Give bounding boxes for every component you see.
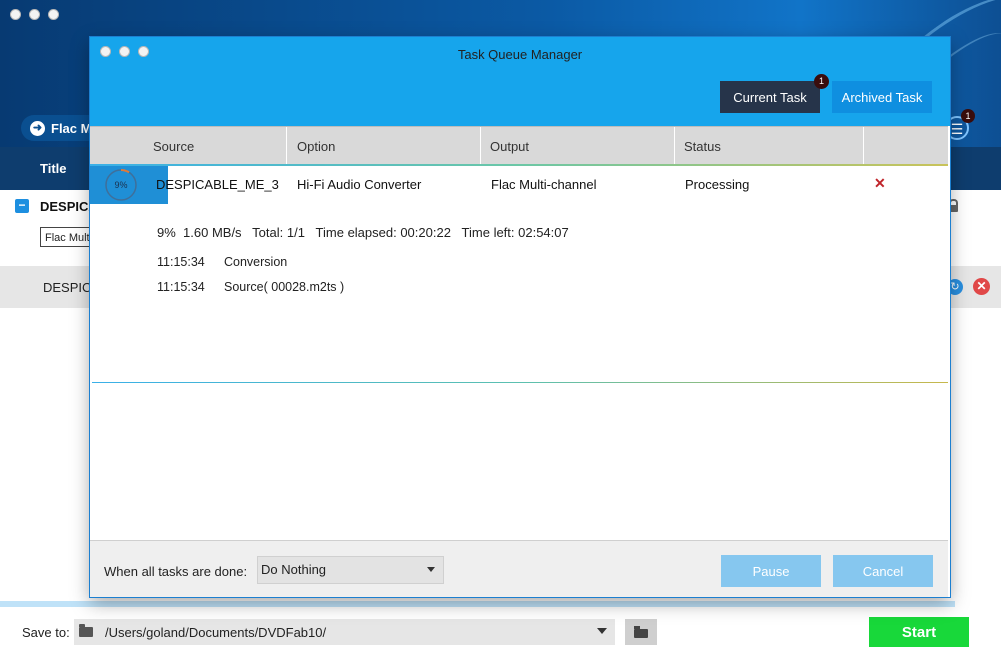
column-header-status[interactable]: Status bbox=[675, 127, 864, 165]
stats-speed: 1.60 MB/s bbox=[183, 225, 242, 240]
log-entry: 11:15:34 Conversion bbox=[157, 255, 287, 269]
column-header-source[interactable]: Source bbox=[90, 127, 287, 165]
save-to-path: /Users/goland/Documents/DVDFab10/ bbox=[105, 624, 327, 640]
save-to-label: Save to: bbox=[22, 625, 70, 640]
stats-elapsed: Time elapsed: 00:20:22 bbox=[315, 225, 451, 240]
when-done-select[interactable]: Do Nothing bbox=[257, 556, 444, 584]
dialog-header: Task Queue Manager Current Task 1 Archiv… bbox=[90, 37, 950, 126]
task-status: Processing bbox=[685, 177, 750, 192]
table-row[interactable]: 9% DESPICABLE_ME_3 Hi-Fi Audio Converter… bbox=[90, 166, 948, 206]
close-window-button[interactable] bbox=[100, 46, 111, 57]
arrow-right-icon: ➜ bbox=[30, 120, 45, 136]
task-stats: 9% 1.60 MB/s Total: 1/1 Time elapsed: 00… bbox=[157, 225, 569, 240]
cancel-button[interactable]: Cancel bbox=[833, 555, 933, 587]
chevron-down-icon bbox=[427, 567, 435, 572]
task-table-header: Source Option Output Status bbox=[90, 126, 948, 165]
delete-task-icon[interactable]: ✕ bbox=[874, 175, 886, 192]
save-to-path-select[interactable]: /Users/goland/Documents/DVDFab10/ bbox=[74, 619, 615, 645]
stats-percent: 9% bbox=[157, 225, 176, 240]
queue-count-badge: 1 bbox=[961, 109, 975, 123]
browse-folder-button[interactable] bbox=[625, 619, 657, 645]
pause-button[interactable]: Pause bbox=[721, 555, 821, 587]
dialog-footer: When all tasks are done: Do Nothing Paus… bbox=[90, 540, 948, 597]
column-header-option[interactable]: Option bbox=[287, 127, 481, 165]
log-message: Conversion bbox=[224, 255, 288, 269]
folder-icon bbox=[634, 626, 648, 638]
column-header-actions bbox=[864, 127, 948, 165]
column-title: Title bbox=[40, 161, 67, 176]
tab-current-task[interactable]: Current Task bbox=[720, 81, 820, 113]
dialog-window-controls[interactable] bbox=[100, 46, 149, 57]
log-time: 11:15:34 bbox=[157, 280, 205, 294]
folder-icon bbox=[79, 624, 93, 637]
task-option: Hi-Fi Audio Converter bbox=[297, 177, 422, 192]
zoom-window-button[interactable] bbox=[48, 9, 59, 20]
task-output: Flac Multi-channel bbox=[491, 177, 597, 192]
when-done-label: When all tasks are done: bbox=[104, 564, 248, 579]
close-window-button[interactable] bbox=[10, 9, 21, 20]
current-task-count-badge: 1 bbox=[814, 74, 829, 89]
task-progress-label: 9% bbox=[114, 180, 128, 190]
log-message: Source( 00028.m2ts ) bbox=[224, 280, 345, 294]
column-header-output[interactable]: Output bbox=[481, 127, 675, 165]
log-time: 11:15:34 bbox=[157, 255, 205, 269]
tab-archived-task[interactable]: Archived Task bbox=[832, 81, 932, 113]
remove-icon[interactable]: ✕ bbox=[973, 278, 990, 295]
main-progress-bar bbox=[0, 601, 955, 607]
minimize-window-button[interactable] bbox=[29, 9, 40, 20]
chevron-down-icon bbox=[597, 628, 607, 634]
stats-total: Total: 1/1 bbox=[252, 225, 305, 240]
start-button[interactable]: Start bbox=[869, 617, 969, 647]
stats-left: Time left: 02:54:07 bbox=[461, 225, 569, 240]
task-source: DESPICABLE_ME_3 bbox=[156, 177, 279, 192]
main-window-controls[interactable] bbox=[10, 9, 59, 20]
minimize-window-button[interactable] bbox=[119, 46, 130, 57]
collapse-icon[interactable]: − bbox=[15, 199, 29, 213]
log-entry: 11:15:34 Source( 00028.m2ts ) bbox=[157, 280, 344, 294]
when-done-value: Do Nothing bbox=[261, 562, 327, 577]
zoom-window-button[interactable] bbox=[138, 46, 149, 57]
details-divider bbox=[92, 382, 948, 383]
dialog-title: Task Queue Manager bbox=[457, 47, 583, 62]
task-queue-dialog: Task Queue Manager Current Task 1 Archiv… bbox=[90, 37, 950, 597]
